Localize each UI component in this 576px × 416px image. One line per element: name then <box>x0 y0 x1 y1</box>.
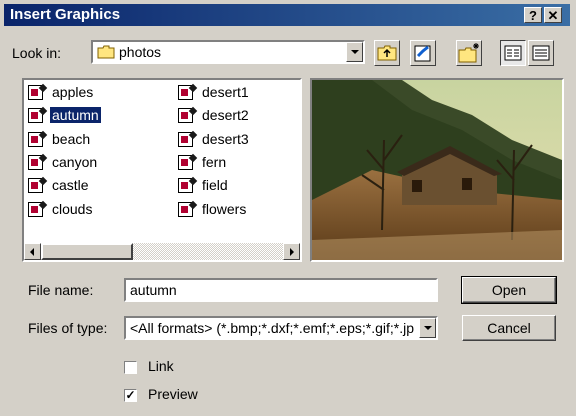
file-item-label: desert1 <box>202 84 249 100</box>
files-of-type-label: Files of type: <box>28 320 108 336</box>
chevron-down-icon <box>351 50 359 54</box>
details-view-icon <box>532 45 550 61</box>
preview-image <box>312 80 562 260</box>
file-item[interactable]: flowers <box>176 199 248 220</box>
image-file-icon <box>28 131 43 147</box>
list-view-button[interactable] <box>500 40 526 66</box>
files-of-type-combo[interactable]: <All formats> (*.bmp;*.dxf;*.emf;*.eps;*… <box>124 316 438 340</box>
file-item[interactable]: desert1 <box>176 82 251 103</box>
file-item-label: desert3 <box>202 130 249 147</box>
details-view-button[interactable] <box>528 40 554 66</box>
scroll-thumb[interactable] <box>41 243 133 260</box>
image-file-icon <box>28 201 43 217</box>
image-file-icon <box>28 178 43 194</box>
image-file-icon <box>178 154 193 170</box>
new-folder-icon <box>458 43 479 63</box>
look-in-value: photos <box>119 44 162 60</box>
file-item-label: apples <box>52 84 94 100</box>
file-item-label: autumn <box>49 106 102 125</box>
image-file-icon <box>178 108 193 124</box>
file-item[interactable]: desert2 <box>176 105 251 126</box>
file-item[interactable]: clouds <box>26 199 94 220</box>
file-item[interactable]: canyon <box>26 152 99 173</box>
image-file-icon <box>178 131 193 147</box>
open-button[interactable]: Open <box>461 276 557 304</box>
image-file-icon <box>178 178 193 194</box>
file-item-label: beach <box>52 130 91 147</box>
file-item-label: canyon <box>52 153 98 170</box>
image-file-icon <box>28 108 43 124</box>
look-in-combo[interactable]: photos <box>91 40 365 64</box>
scroll-right-button[interactable] <box>283 243 300 260</box>
file-item[interactable]: beach <box>26 129 92 150</box>
preview-pane <box>310 78 564 262</box>
favorites-icon <box>414 45 431 62</box>
scroll-left-button[interactable] <box>24 243 41 260</box>
arrow-left-icon <box>30 248 34 256</box>
horizontal-scrollbar[interactable] <box>24 243 300 260</box>
file-item-label: clouds <box>52 200 93 217</box>
up-folder-icon <box>377 45 397 61</box>
file-name-value: autumn <box>130 282 177 298</box>
file-item[interactable]: autumn <box>26 105 102 126</box>
look-in-label: Look in: <box>12 45 62 61</box>
files-of-type-value: <All formats> (*.bmp;*.dxf;*.emf;*.eps;*… <box>130 320 415 336</box>
image-file-icon <box>178 201 193 217</box>
file-name-label: File name: <box>28 282 94 298</box>
file-item[interactable]: castle <box>26 175 91 196</box>
file-name-input[interactable]: autumn <box>124 278 438 302</box>
file-item[interactable]: field <box>176 175 230 196</box>
file-item-label: castle <box>52 177 89 194</box>
favorites-button[interactable] <box>410 40 436 66</box>
file-item[interactable]: apples <box>26 82 95 103</box>
file-item-label: desert2 <box>202 107 249 124</box>
file-item[interactable]: desert3 <box>176 129 251 150</box>
new-folder-button[interactable] <box>456 40 482 66</box>
file-item[interactable]: fern <box>176 152 228 173</box>
list-view-icon <box>504 45 522 61</box>
up-folder-button[interactable] <box>374 40 400 66</box>
preview-checkbox[interactable]: ✓ <box>124 389 137 402</box>
link-label[interactable]: Link <box>148 358 174 374</box>
title-bar: Insert Graphics ? ✕ <box>4 4 570 26</box>
link-checkbox[interactable] <box>124 361 137 374</box>
preview-label[interactable]: Preview <box>148 386 198 402</box>
file-item-label: fern <box>202 153 227 170</box>
close-button[interactable]: ✕ <box>544 7 562 23</box>
folder-icon <box>97 45 115 59</box>
image-file-icon <box>178 85 193 100</box>
chevron-down-icon <box>424 326 432 330</box>
look-in-dropdown-button[interactable] <box>346 42 363 62</box>
file-list[interactable]: apples autumn beach canyon castle clouds dese… <box>22 78 302 262</box>
image-file-icon <box>28 85 43 100</box>
help-button[interactable]: ? <box>524 7 542 23</box>
file-item-label: flowers <box>202 200 247 217</box>
window-title: Insert Graphics <box>10 6 121 23</box>
arrow-right-icon <box>290 248 294 256</box>
image-file-icon <box>28 154 43 170</box>
file-item-label: field <box>202 177 228 194</box>
files-of-type-dropdown-button[interactable] <box>419 318 436 338</box>
cancel-button[interactable]: Cancel <box>462 315 556 341</box>
